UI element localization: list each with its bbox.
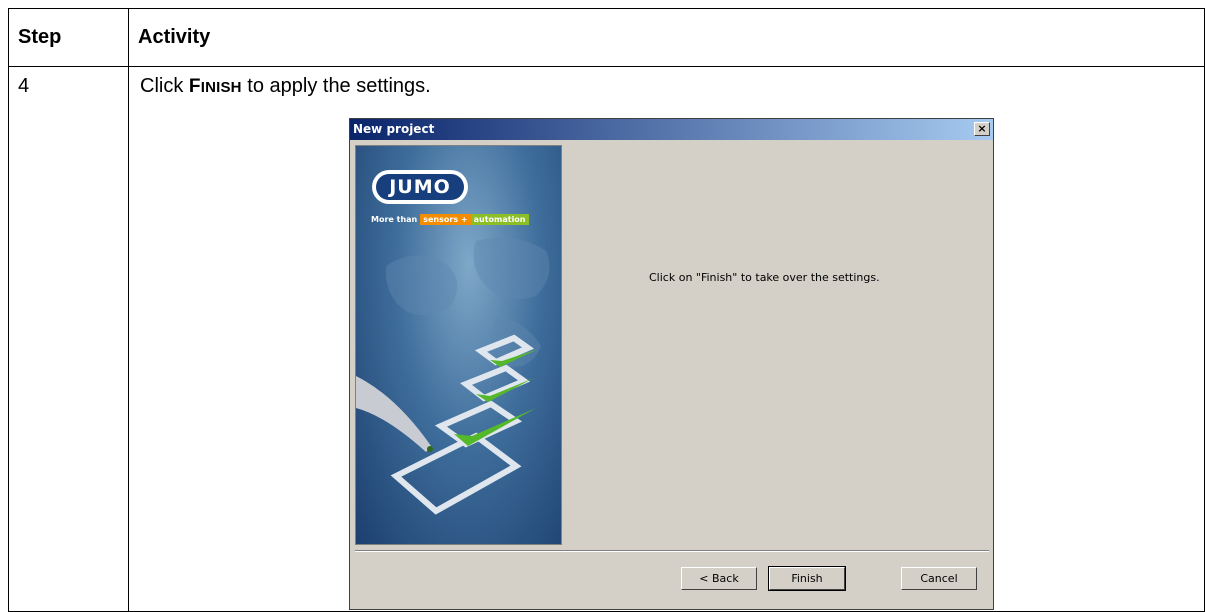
header-activity: Activity [128, 8, 1205, 67]
brand-tagline: More than sensors + automation [371, 214, 529, 225]
finish-button[interactable]: Finish [768, 566, 846, 591]
dialog-message: Click on "Finish" to take over the setti… [649, 271, 880, 284]
activity-keyword-rest: INISH [200, 79, 242, 96]
jumo-logo: JUMO [372, 170, 468, 204]
dialog-title: New project [353, 122, 435, 136]
button-separator [355, 550, 989, 552]
banner-artwork [356, 237, 550, 515]
step-number: 4 [8, 66, 129, 612]
header-step: Step [8, 8, 129, 67]
close-icon[interactable]: × [974, 122, 990, 136]
activity-prefix: Click [140, 75, 189, 97]
activity-keyword-first: F [188, 76, 201, 97]
header-row: Step Activity [8, 8, 1205, 67]
tagline-automation: automation [473, 215, 526, 224]
activity-keyword: FINISH [188, 76, 242, 97]
wizard-banner-image: JUMO More than sensors + automation [355, 145, 562, 545]
new-project-dialog: New project × JUMO More than sensors + a… [349, 118, 994, 610]
back-button[interactable]: < Back [681, 567, 757, 590]
tagline-more-than: More than [371, 215, 418, 224]
cancel-button[interactable]: Cancel [901, 567, 977, 590]
tagline-sensors: sensors [423, 215, 459, 224]
tagline-plus: + [460, 215, 468, 224]
jumo-logo-text: JUMO [376, 174, 464, 200]
activity-suffix: to apply the settings. [241, 75, 431, 97]
dialog-titlebar[interactable]: New project × [350, 119, 993, 140]
activity-text: Click FINISH to apply the settings. [140, 75, 431, 98]
